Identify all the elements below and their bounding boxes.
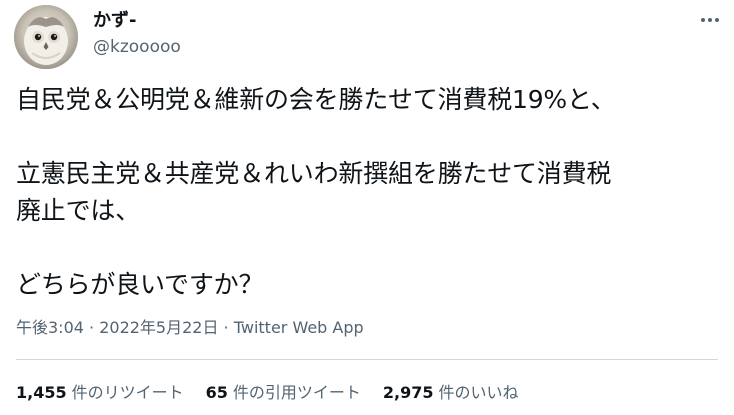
likes-stat[interactable]: 2,975 件のいいね	[383, 382, 519, 404]
quotes-label: 件の引用ツイート	[232, 383, 361, 402]
retweets-stat[interactable]: 1,455 件のリツイート	[16, 382, 184, 404]
tweet-line: 立憲民主党＆共産党＆れいわ新撰組を勝たせて消費税	[16, 159, 612, 188]
handle[interactable]: @kzooooo	[93, 36, 181, 58]
tweet-line: 廃止では、	[16, 196, 141, 225]
more-button[interactable]	[694, 8, 726, 32]
tweet-text: 自民党＆公明党＆維新の会を勝たせて消費税19%と、 立憲民主党＆共産党＆れいわ新…	[16, 81, 716, 303]
tweet-time[interactable]: 午後3:04	[16, 318, 84, 337]
divider	[16, 359, 718, 360]
tweet-stats: 1,455 件のリツイート 65 件の引用ツイート 2,975 件のいいね	[16, 382, 541, 404]
tweet-date[interactable]: 2022年5月22日	[99, 318, 218, 337]
avatar[interactable]	[14, 5, 78, 69]
owl-avatar-icon	[14, 5, 78, 69]
display-name[interactable]: かず-	[93, 10, 136, 32]
tweet-line: どちらが良いですか？	[16, 270, 264, 299]
more-dots-icon	[701, 18, 719, 22]
meta-separator: ·	[218, 318, 234, 337]
retweets-label: 件のリツイート	[71, 383, 184, 402]
tweet-meta: 午後3:04 · 2022年5月22日 · Twitter Web App	[16, 317, 364, 339]
tweet-source[interactable]: Twitter Web App	[234, 318, 364, 337]
retweets-count: 1,455	[16, 383, 67, 402]
likes-label: 件のいいね	[438, 383, 519, 402]
tweet-line: 自民党＆公明党＆維新の会を勝たせて消費税19%と、	[16, 85, 616, 114]
meta-separator: ·	[83, 318, 100, 337]
tweet: かず- @kzooooo 自民党＆公明党＆維新の会を勝たせて消費税19%と、 立…	[0, 0, 734, 415]
likes-count: 2,975	[382, 383, 434, 402]
quotes-stat[interactable]: 65 件の引用ツイート	[206, 382, 361, 404]
quotes-count: 65	[205, 383, 228, 402]
